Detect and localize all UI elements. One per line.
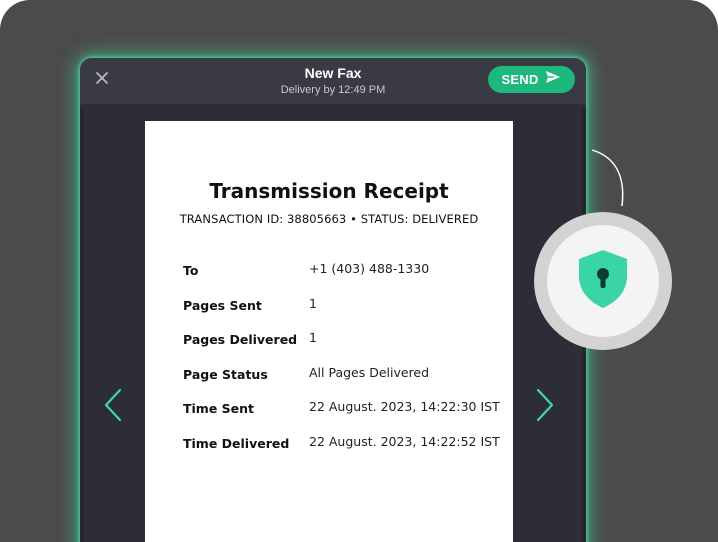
field-row-time-sent: Time Sent 22 August. 2023, 14:22:30 IST (183, 399, 503, 434)
chevron-left-icon (104, 388, 122, 427)
close-button[interactable] (90, 68, 114, 92)
field-value: 22 August. 2023, 14:22:52 IST (309, 433, 500, 449)
shield-lock-icon (576, 248, 630, 315)
next-page-button[interactable] (533, 388, 557, 427)
field-row-pages-delivered: Pages Delivered 1 (183, 330, 503, 365)
field-row-to: To +1 (403) 488-1330 (183, 261, 503, 296)
delivery-subtitle: Delivery by 12:49 PM (280, 84, 386, 96)
send-button[interactable]: SEND (488, 66, 575, 93)
close-icon (95, 71, 109, 90)
receipt-page: Transmission Receipt TRANSACTION ID: 388… (145, 121, 513, 542)
field-label: Pages Delivered (183, 332, 298, 348)
window-title: New Fax (304, 65, 362, 81)
field-value: +1 (403) 488-1330 (309, 261, 430, 276)
field-label: Time Delivered (183, 435, 290, 451)
connector-line (591, 148, 632, 212)
receipt-transaction-status: TRANSACTION ID: 38805663 • STATUS: DELIV… (179, 212, 479, 226)
field-value: 1 (309, 330, 317, 346)
viewer-edge-left (80, 108, 84, 542)
title-block: New Fax Delivery by 12:49 PM (230, 65, 436, 97)
prev-page-button[interactable] (101, 388, 125, 427)
field-label: Page Status (183, 366, 268, 382)
field-label: To (183, 263, 199, 278)
receipt-fields: To +1 (403) 488-1330 Pages Sent 1 Pages … (183, 261, 503, 469)
field-value: 1 (309, 295, 317, 311)
send-label: SEND (501, 72, 539, 87)
send-arrow-icon (545, 70, 561, 89)
canvas: New Fax Delivery by 12:49 PM SEND Transm… (0, 0, 718, 542)
field-label: Pages Sent (183, 297, 262, 313)
field-label: Time Sent (183, 401, 255, 417)
field-row-pages-sent: Pages Sent 1 (183, 296, 503, 331)
receipt-title: Transmission Receipt (209, 179, 449, 203)
field-row-time-delivered: Time Delivered 22 August. 2023, 14:22:52… (183, 434, 503, 469)
security-badge (547, 225, 659, 337)
field-value: All Pages Delivered (309, 364, 430, 380)
field-row-page-status: Page Status All Pages Delivered (183, 365, 503, 400)
chevron-right-icon (536, 388, 554, 427)
field-value: 22 August. 2023, 14:22:30 IST (309, 399, 500, 415)
top-bar: New Fax Delivery by 12:49 PM SEND (80, 58, 586, 104)
